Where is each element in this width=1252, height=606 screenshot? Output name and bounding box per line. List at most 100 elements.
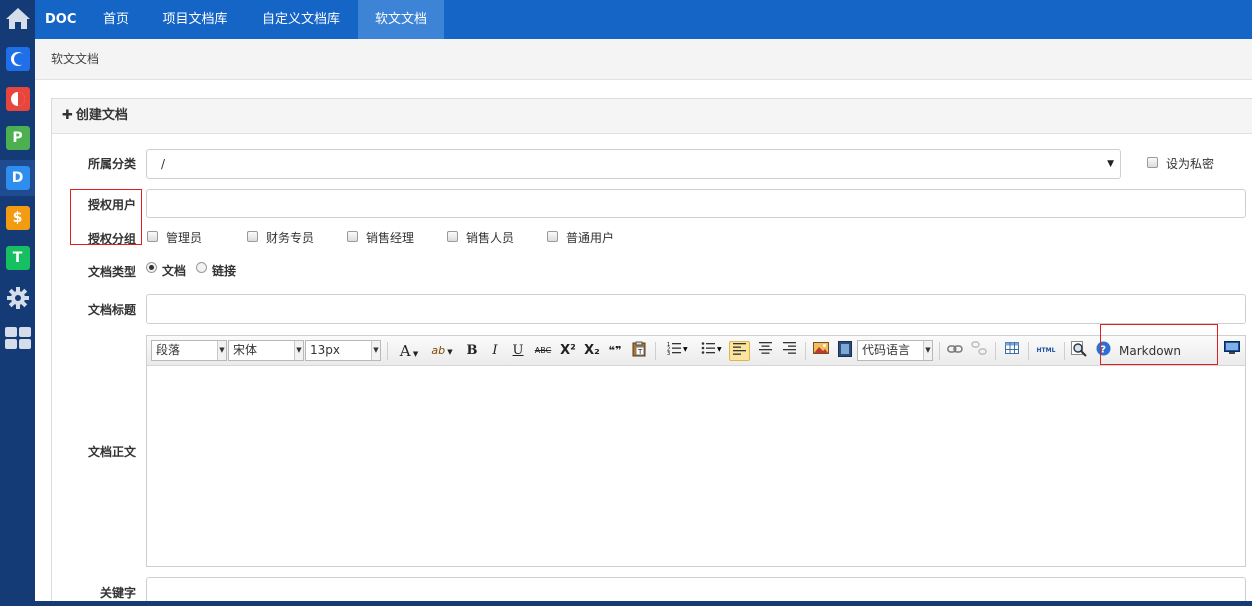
svg-text:▼: ▼ [683, 346, 688, 353]
code-language-select[interactable]: 代码语言 ▼ [857, 340, 933, 361]
private-checkbox[interactable] [1147, 157, 1158, 168]
caret-down-icon: ▼ [217, 341, 226, 360]
html-source-button[interactable]: HTML [1033, 341, 1059, 361]
underline-button[interactable]: U [509, 341, 527, 361]
toolbar-separator [805, 342, 806, 360]
paste-button[interactable]: T [629, 341, 649, 361]
caret-down-icon: ▼ [371, 341, 380, 360]
group-label: 普通用户 [566, 231, 615, 245]
nav-item-project-docs[interactable]: 项目文档库 [149, 0, 241, 39]
auth-users-input[interactable] [146, 189, 1246, 218]
group-checkbox-regular-user[interactable] [547, 231, 558, 242]
annotation-highlight-box [70, 189, 142, 245]
doc-type-option: 文档 [162, 264, 187, 278]
align-left-icon [733, 343, 746, 355]
settings-button[interactable] [0, 280, 35, 316]
app-p-button[interactable]: P [0, 120, 35, 156]
nav-item-custom-docs[interactable]: 自定义文档库 [247, 0, 355, 39]
app-d-button[interactable]: D [0, 160, 35, 196]
subscript-button[interactable]: X₂ [582, 341, 602, 361]
highlight-button[interactable]: ab ▼ [427, 341, 457, 361]
caret-down-icon: ▼ [923, 341, 932, 360]
app-s-button[interactable]: $ [0, 200, 35, 236]
doc-title-label: 文档标题 [87, 303, 136, 317]
category-select[interactable]: / ▼ [146, 149, 1121, 179]
unlink-icon [971, 341, 987, 355]
app-sidebar: P D $ T [0, 0, 35, 606]
panel-header: ✚ 创建文档 [52, 99, 1252, 134]
strikethrough-button[interactable]: ABC [532, 341, 554, 361]
nav-item-soft-docs[interactable]: 软文文档 [358, 0, 444, 39]
app-o-icon [5, 87, 30, 111]
category-label: 所属分类 [87, 157, 136, 171]
magnifier-icon [1071, 341, 1087, 357]
video-icon [838, 341, 852, 357]
italic-button[interactable]: I [486, 341, 504, 361]
app-c-icon [5, 47, 30, 71]
svg-text:▼: ▼ [717, 346, 722, 353]
insert-image-button[interactable] [811, 341, 831, 361]
doc-type-radio-document[interactable] [146, 262, 157, 273]
svg-text:3: 3 [667, 351, 670, 355]
bullet-list-icon: ▼ [701, 342, 722, 354]
blockquote-button[interactable]: ❝❞ [605, 341, 625, 361]
link-icon [947, 345, 963, 353]
doc-title-input[interactable] [146, 294, 1246, 324]
fullscreen-button[interactable] [1222, 341, 1242, 361]
brand-logo[interactable]: DOC [45, 0, 76, 39]
group-checkbox-sales-manager[interactable] [347, 231, 358, 242]
caret-down-icon: ▼ [410, 350, 419, 358]
panel-title-text: 创建文档 [75, 108, 128, 123]
toolbar-separator [1064, 342, 1065, 360]
ordered-list-button[interactable]: 1 2 3 ▼ [663, 341, 693, 361]
insert-video-button[interactable] [835, 341, 855, 361]
group-label: 财务专员 [266, 231, 315, 245]
paragraph-select[interactable]: 段落 ▼ [151, 340, 227, 361]
toolbar-separator [995, 342, 996, 360]
caret-down-icon: ▼ [294, 341, 303, 360]
align-center-button[interactable] [755, 341, 776, 361]
unlink-button[interactable] [969, 341, 989, 361]
nav-item-home[interactable]: 首页 [88, 0, 144, 39]
group-label: 管理员 [166, 231, 203, 245]
rich-text-editor[interactable]: 段落 ▼ 宋体 ▼ 13px ▼ A ▼ ab ▼ B I U ABC X² X… [146, 335, 1246, 567]
doc-type-radio-link[interactable] [196, 262, 207, 273]
breadcrumb: 软文文档 [35, 39, 1252, 80]
font-select-value: 宋体 [233, 343, 258, 357]
category-select-value: / [161, 157, 166, 171]
caret-down-icon: ▼ [445, 348, 453, 356]
group-checkbox-sales-staff[interactable] [447, 231, 458, 242]
image-icon [813, 342, 829, 354]
app-s-icon: $ [5, 206, 30, 230]
align-left-button[interactable] [729, 341, 750, 361]
group-checkbox-finance[interactable] [247, 231, 258, 242]
app-c-button[interactable] [0, 41, 35, 77]
font-color-button[interactable]: A ▼ [395, 341, 423, 361]
font-size-select[interactable]: 13px ▼ [305, 340, 381, 361]
app-t-button[interactable]: T [0, 240, 35, 276]
home-button[interactable] [0, 0, 35, 36]
font-select[interactable]: 宋体 ▼ [228, 340, 304, 361]
top-navbar: DOC 首页 项目文档库 自定义文档库 软文文档 [35, 0, 1252, 39]
font-color-icon: A [399, 342, 411, 360]
preview-button[interactable] [1069, 341, 1089, 361]
paragraph-select-value: 段落 [156, 343, 181, 357]
app-p-icon: P [5, 126, 30, 150]
table-icon [1005, 342, 1019, 354]
group-checkbox-admin[interactable] [147, 231, 158, 242]
grid-button[interactable] [0, 320, 35, 356]
insert-link-button[interactable] [945, 341, 965, 361]
doc-body-label: 文档正文 [87, 445, 136, 459]
superscript-button[interactable]: X² [558, 341, 578, 361]
breadcrumb-current: 软文文档 [51, 52, 100, 66]
editor-toolbar: 段落 ▼ 宋体 ▼ 13px ▼ A ▼ ab ▼ B I U ABC X² X… [147, 336, 1245, 366]
doc-type-option: 链接 [212, 264, 237, 278]
bullet-list-button[interactable]: ▼ [697, 341, 727, 361]
align-right-button[interactable] [779, 341, 800, 361]
insert-table-button[interactable] [1002, 341, 1022, 361]
svg-text:T: T [637, 348, 643, 356]
bold-button[interactable]: B [463, 341, 481, 361]
caret-down-icon: ▼ [1107, 159, 1114, 169]
code-language-value: 代码语言 [862, 343, 911, 357]
app-o-button[interactable] [0, 81, 35, 117]
